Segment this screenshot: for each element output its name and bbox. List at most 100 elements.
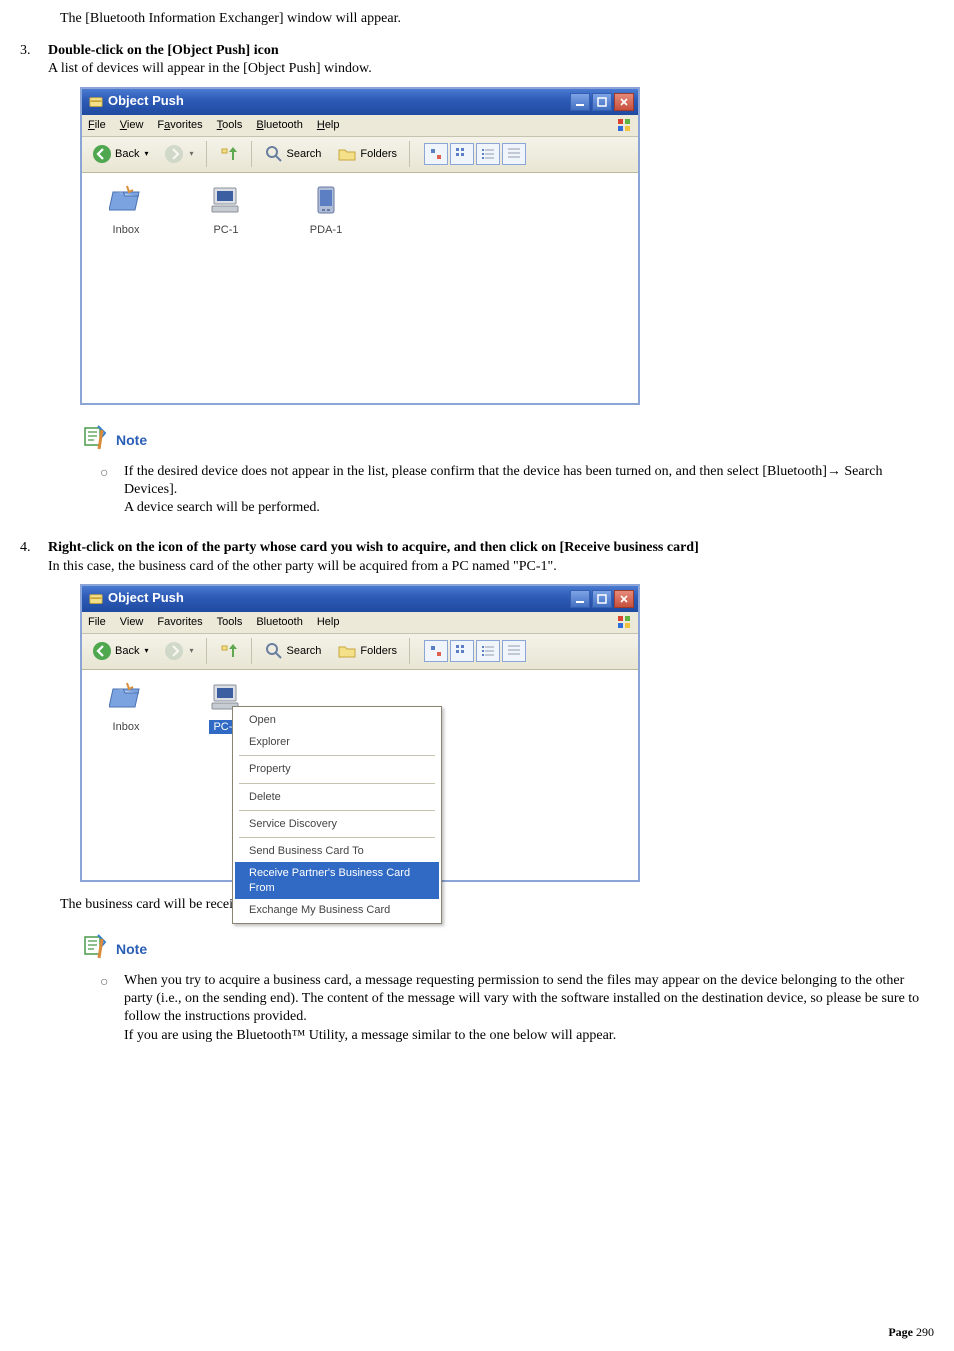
fwd-dropdown-icon: ▾ bbox=[189, 646, 193, 656]
menu-bluetooth[interactable]: Bluetooth bbox=[256, 615, 302, 629]
up-button[interactable] bbox=[213, 141, 245, 167]
menu-view[interactable]: View bbox=[120, 615, 144, 629]
folders-label: Folders bbox=[360, 644, 397, 658]
back-dropdown-icon: ▾ bbox=[144, 149, 148, 159]
folders-button[interactable]: Folders bbox=[331, 141, 403, 167]
menu-tools[interactable]: Tools bbox=[217, 118, 243, 132]
back-label: Back bbox=[115, 644, 139, 658]
up-button[interactable] bbox=[213, 638, 245, 664]
menu-favorites[interactable]: Favorites bbox=[157, 118, 202, 132]
inbox-item[interactable]: Inbox bbox=[96, 183, 156, 237]
menu-file[interactable]: File bbox=[88, 615, 106, 629]
object-push-window-2: Object Push File View Favorites Tools Bl… bbox=[80, 584, 640, 882]
toolbar-divider bbox=[206, 638, 207, 664]
toolbar-divider bbox=[206, 141, 207, 167]
received-text: The business card will be received. bbox=[60, 896, 934, 914]
forward-button[interactable]: ▾ bbox=[158, 638, 199, 664]
toolbar-divider bbox=[409, 141, 410, 167]
app-icon bbox=[88, 94, 104, 110]
view-list[interactable] bbox=[476, 143, 500, 165]
window-title: Object Push bbox=[108, 93, 570, 110]
cm-separator bbox=[239, 810, 435, 811]
cm-service-discovery[interactable]: Service Discovery bbox=[235, 813, 439, 835]
close-button[interactable] bbox=[614, 93, 634, 111]
inbox-icon bbox=[108, 680, 144, 716]
view-large-icons[interactable] bbox=[424, 640, 448, 662]
note-icon bbox=[80, 423, 108, 457]
search-label: Search bbox=[287, 147, 322, 161]
app-icon bbox=[88, 591, 104, 607]
fwd-dropdown-icon: ▾ bbox=[189, 149, 193, 159]
minimize-button[interactable] bbox=[570, 590, 590, 608]
page-footer: Page 290 bbox=[888, 1325, 934, 1341]
title-bar: Object Push bbox=[82, 89, 638, 115]
toolbar-divider bbox=[251, 638, 252, 664]
view-details[interactable] bbox=[502, 640, 526, 662]
view-list[interactable] bbox=[476, 640, 500, 662]
cm-separator bbox=[239, 837, 435, 838]
pc1-item[interactable]: PC-1 bbox=[196, 183, 256, 237]
bullet-icon: ○ bbox=[100, 463, 124, 518]
view-small-icons[interactable] bbox=[450, 640, 474, 662]
menu-bar: File View Favorites Tools Bluetooth Help bbox=[82, 612, 638, 634]
toolbar-divider bbox=[409, 638, 410, 664]
back-button[interactable]: Back ▾ bbox=[86, 141, 154, 167]
back-button[interactable]: Back ▾ bbox=[86, 638, 154, 664]
page-number: 290 bbox=[916, 1325, 934, 1339]
cm-exchange-business-card[interactable]: Exchange My Business Card bbox=[235, 899, 439, 921]
pda-icon bbox=[308, 183, 344, 219]
toolbar: Back ▾ ▾ Search Folders bbox=[82, 137, 638, 173]
pda1-label: PDA-1 bbox=[310, 223, 342, 237]
pda1-item[interactable]: PDA-1 bbox=[296, 183, 356, 237]
inbox-label: Inbox bbox=[113, 720, 140, 734]
cm-separator bbox=[239, 783, 435, 784]
maximize-button[interactable] bbox=[592, 590, 612, 608]
minimize-button[interactable] bbox=[570, 93, 590, 111]
inbox-label: Inbox bbox=[113, 223, 140, 237]
cm-receive-business-card[interactable]: Receive Partner's Business Card From bbox=[235, 862, 439, 899]
back-dropdown-icon: ▾ bbox=[144, 646, 148, 656]
step4-title: Right-click on the icon of the party who… bbox=[48, 539, 934, 557]
cm-separator bbox=[239, 755, 435, 756]
search-button[interactable]: Search bbox=[258, 141, 328, 167]
bullet-icon: ○ bbox=[100, 972, 124, 1045]
cm-send-business-card[interactable]: Send Business Card To bbox=[235, 840, 439, 862]
menu-help[interactable]: Help bbox=[317, 118, 340, 132]
toolbar-divider bbox=[251, 141, 252, 167]
step4-number: 4. bbox=[20, 539, 48, 575]
folders-button[interactable]: Folders bbox=[331, 638, 403, 664]
maximize-button[interactable] bbox=[592, 93, 612, 111]
menu-bluetooth[interactable]: Bluetooth bbox=[256, 118, 303, 132]
view-large-icons[interactable] bbox=[424, 143, 448, 165]
pc1-label: PC-1 bbox=[213, 223, 238, 237]
page-label: Page bbox=[888, 1325, 916, 1339]
menu-file[interactable]: File bbox=[88, 118, 106, 132]
forward-button[interactable]: ▾ bbox=[158, 141, 199, 167]
object-push-window-1: Object Push File View Favorites Tools Bl… bbox=[80, 87, 640, 405]
windows-flag-icon bbox=[616, 614, 632, 630]
note2-text: When you try to acquire a business card,… bbox=[124, 972, 934, 1027]
folders-label: Folders bbox=[360, 147, 397, 161]
step3-number: 3. bbox=[20, 42, 48, 78]
client-area: Inbox PC-1 Open Explorer Property Delete… bbox=[82, 670, 638, 880]
note1-text: If the desired device does not appear in… bbox=[124, 463, 934, 499]
cm-property[interactable]: Property bbox=[235, 758, 439, 780]
menu-favorites[interactable]: Favorites bbox=[157, 615, 202, 629]
view-small-icons[interactable] bbox=[450, 143, 474, 165]
menu-tools[interactable]: Tools bbox=[217, 615, 243, 629]
toolbar: Back ▾ ▾ Search Folders bbox=[82, 634, 638, 670]
cm-open[interactable]: Open bbox=[235, 709, 439, 731]
inbox-item[interactable]: Inbox bbox=[96, 680, 156, 734]
search-label: Search bbox=[287, 644, 322, 658]
view-details[interactable] bbox=[502, 143, 526, 165]
menu-view[interactable]: View bbox=[120, 118, 144, 132]
note1-label: Note bbox=[116, 431, 147, 449]
close-button[interactable] bbox=[614, 590, 634, 608]
step4-desc: In this case, the business card of the o… bbox=[48, 558, 934, 576]
menu-help[interactable]: Help bbox=[317, 615, 340, 629]
search-button[interactable]: Search bbox=[258, 638, 328, 664]
client-area: Inbox PC-1 PDA-1 bbox=[82, 173, 638, 403]
cm-delete[interactable]: Delete bbox=[235, 786, 439, 808]
step3-title: Double-click on the [Object Push] icon bbox=[48, 42, 934, 60]
cm-explorer[interactable]: Explorer bbox=[235, 731, 439, 753]
